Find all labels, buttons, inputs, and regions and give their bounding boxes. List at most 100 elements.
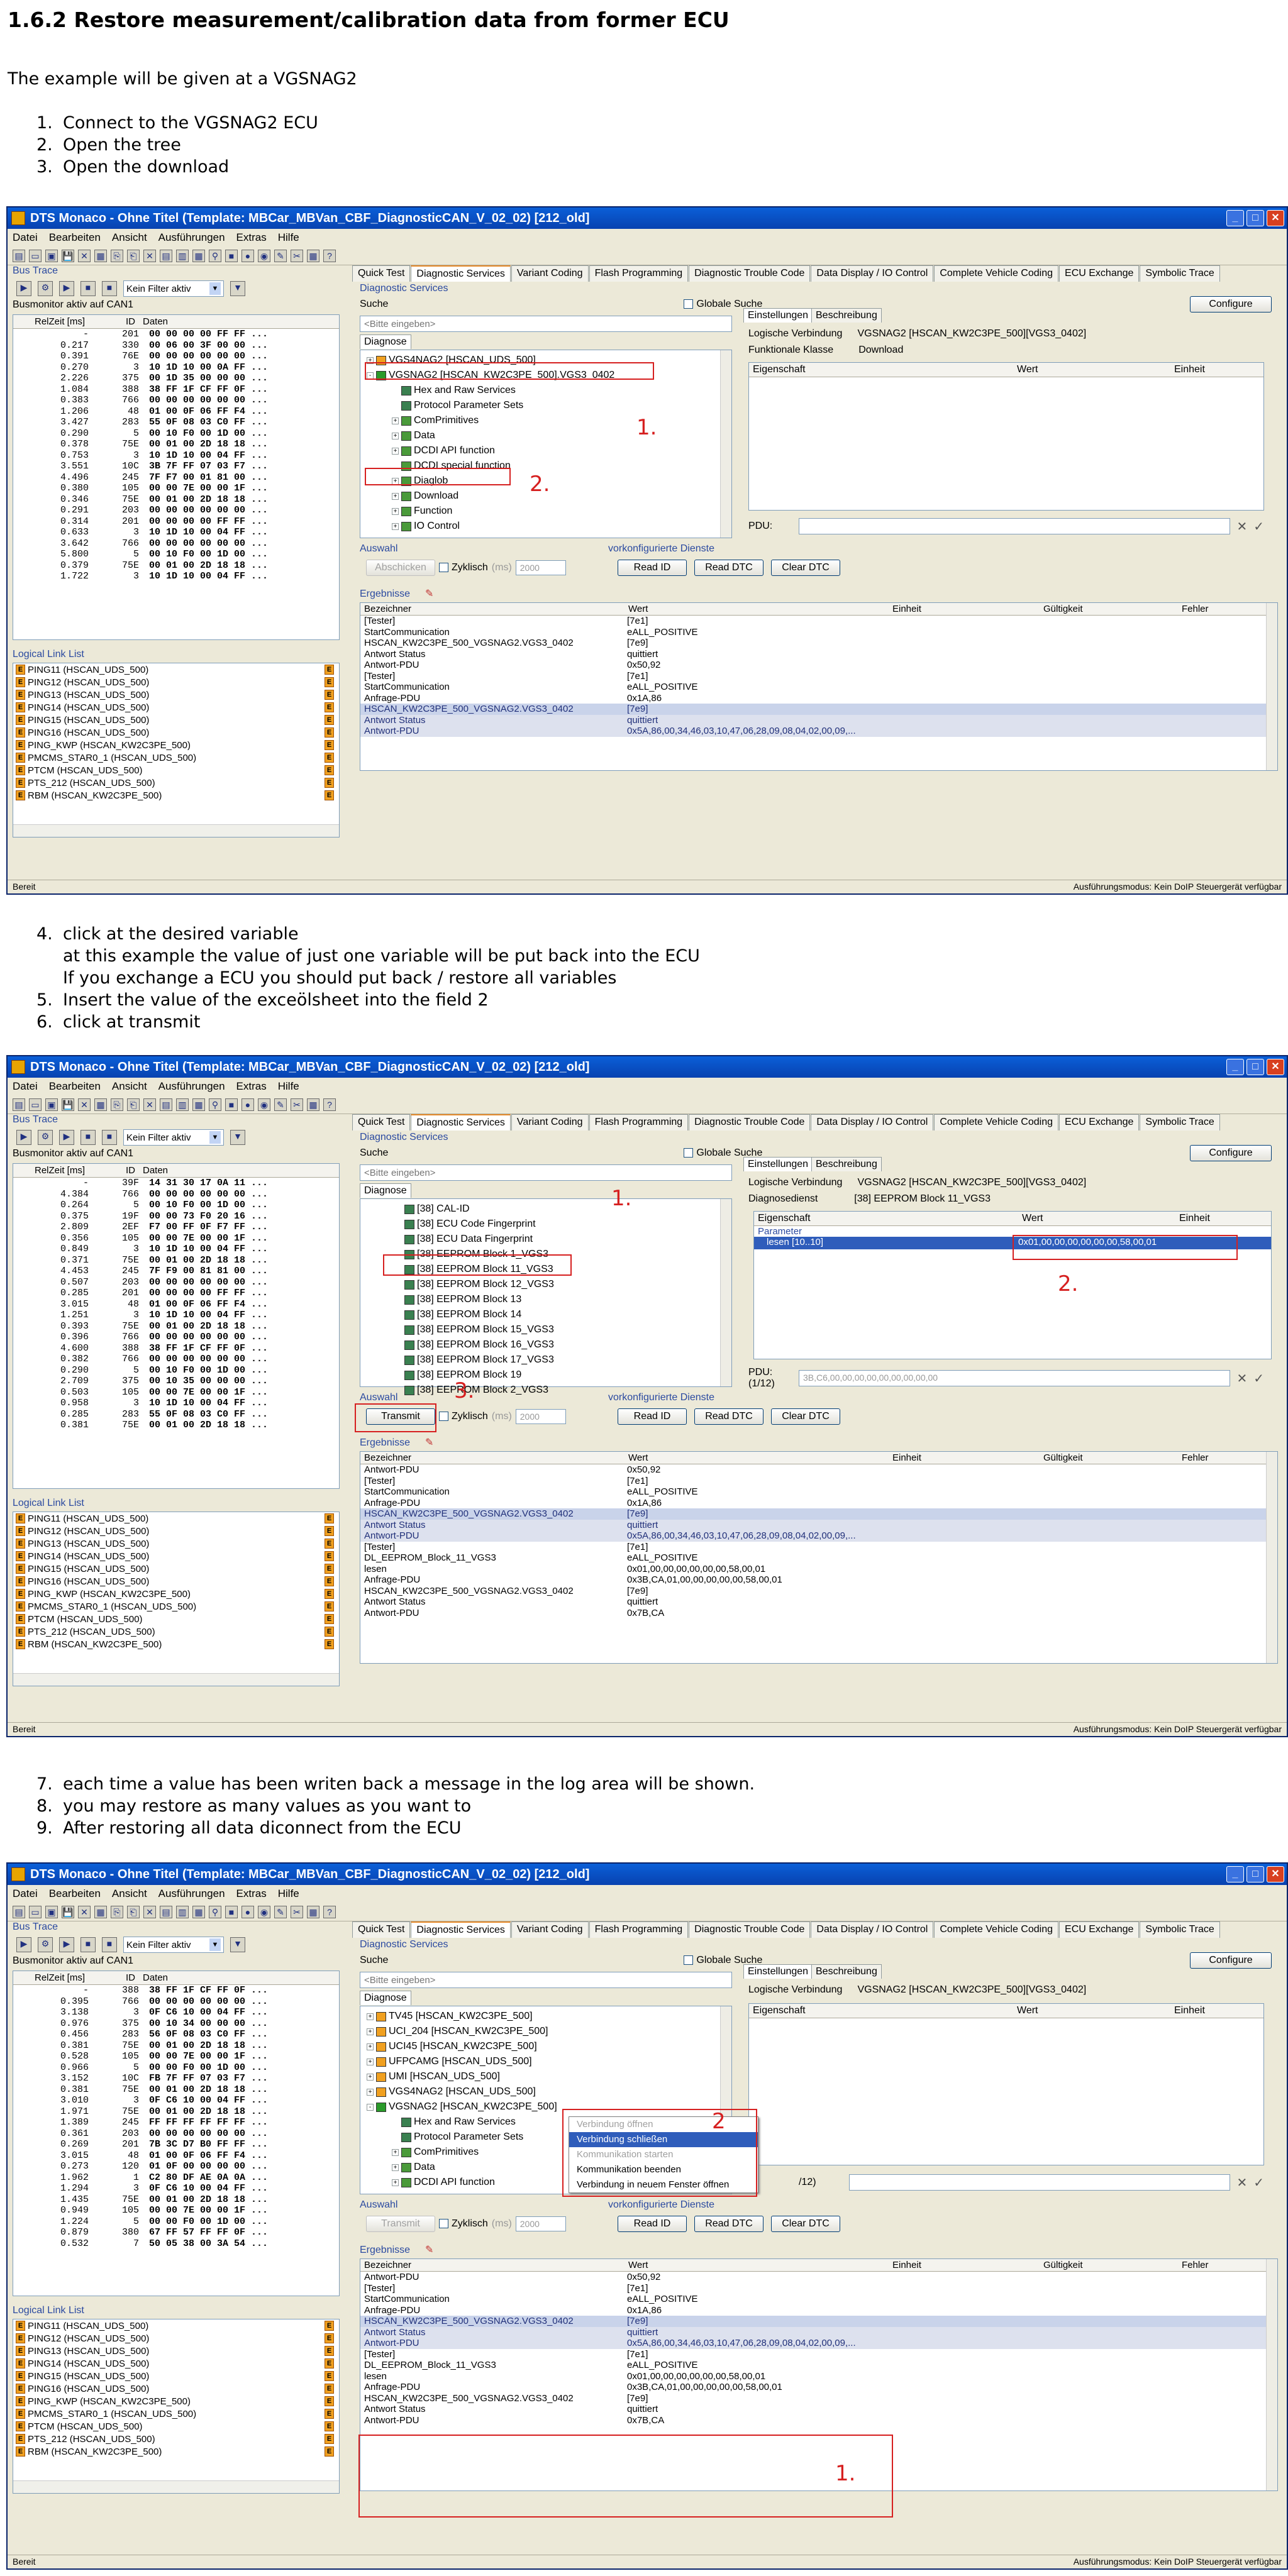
export-icon[interactable]: ⎗ xyxy=(127,1905,140,1918)
layout-icon[interactable]: ▤ xyxy=(160,1905,172,1918)
stop-icon[interactable]: ■ xyxy=(102,1937,117,1952)
menu-item[interactable]: Hilfe xyxy=(278,231,299,244)
link-item[interactable]: E PMCMS_STAR0_1 (HSCAN_UDS_500) E xyxy=(13,751,339,764)
tab-diagnose[interactable]: Diagnose xyxy=(360,1991,411,2005)
export-icon[interactable]: ⎗ xyxy=(127,249,140,262)
tab-symbolic-trace[interactable]: Symbolic Trace xyxy=(1140,1921,1220,1938)
read-dtc-button[interactable]: Read DTC xyxy=(694,560,763,576)
tree-node[interactable]: + IO Control xyxy=(367,519,719,534)
close-button[interactable]: ✕ xyxy=(1267,210,1284,226)
read-dtc-button[interactable]: Read DTC xyxy=(694,1408,763,1425)
target-icon[interactable]: ◉ xyxy=(258,249,270,262)
open-template-icon[interactable]: ▣ xyxy=(45,1905,58,1918)
menu-item[interactable]: Datei xyxy=(13,1080,38,1093)
expand-toggle-icon[interactable]: + xyxy=(392,522,399,530)
filter-select[interactable]: Kein Filter aktiv ▼ xyxy=(123,1129,224,1146)
tree-node[interactable]: [38] ECU Code Fingerprint xyxy=(367,1217,719,1232)
prop-col-header[interactable]: Einheit xyxy=(1175,1212,1263,1225)
tab-diagnose[interactable]: Diagnose xyxy=(360,334,411,349)
pause-icon[interactable]: ■ xyxy=(80,1130,96,1145)
confirm-pdu-icon[interactable]: ✓ xyxy=(1253,519,1264,534)
result-col-header[interactable]: Einheit xyxy=(889,603,1040,615)
tab-data-display-io-control[interactable]: Data Display / IO Control xyxy=(811,1921,934,1938)
maximize-button[interactable]: □ xyxy=(1246,210,1264,226)
menu-item[interactable]: Ausführungen xyxy=(158,231,225,244)
table-icon[interactable]: ▦ xyxy=(307,1098,319,1111)
zoom-icon[interactable]: ⚲ xyxy=(209,249,221,262)
close-button[interactable]: ✕ xyxy=(1267,1059,1284,1075)
pause-icon[interactable]: ■ xyxy=(80,1937,96,1952)
cyclic-checkbox[interactable] xyxy=(439,2219,448,2229)
link-item[interactable]: E PING15 (HSCAN_UDS_500) E xyxy=(13,1562,339,1575)
menu-item[interactable]: Ansicht xyxy=(112,1080,147,1093)
search-input[interactable] xyxy=(360,316,732,332)
cyclic-option[interactable]: Zyklisch xyxy=(439,562,488,573)
record-icon[interactable]: ● xyxy=(242,1098,254,1111)
eraser-icon[interactable]: ✎ xyxy=(425,1437,433,1448)
tab-variant-coding[interactable]: Variant Coding xyxy=(511,1114,589,1130)
pdu-input[interactable] xyxy=(849,2174,1231,2191)
clear-dtc-button[interactable]: Clear DTC xyxy=(771,2216,840,2232)
confirm-pdu-icon[interactable]: ✓ xyxy=(1253,1371,1264,1386)
result-col-header[interactable]: Bezeichner xyxy=(360,2259,625,2271)
link-item[interactable]: E RBM (HSCAN_KW2C3PE_500) E xyxy=(13,789,339,802)
cyclic-option[interactable]: Zyklisch xyxy=(439,1411,488,1422)
cycle-time-input[interactable]: 2000 xyxy=(515,1409,566,1424)
horizontal-scrollbar[interactable] xyxy=(13,1673,339,1686)
open-icon[interactable]: ▭ xyxy=(29,249,42,262)
menu-item[interactable]: Bearbeiten xyxy=(49,1888,101,1900)
tree-node[interactable]: [38] EEPROM Block 14 xyxy=(367,1307,719,1322)
prop-col-header[interactable]: Eigenschaft xyxy=(749,2004,1013,2018)
filter-select[interactable]: Kein Filter aktiv ▼ xyxy=(123,1937,224,1953)
link-item[interactable]: E PING14 (HSCAN_UDS_500) E xyxy=(13,2357,339,2370)
edit-icon[interactable]: ✎ xyxy=(274,249,287,262)
cyclic-option[interactable]: Zyklisch xyxy=(439,2218,488,2230)
tree-node[interactable]: + UFPCAMG [HSCAN_UDS_500] xyxy=(367,2054,719,2069)
result-col-header[interactable]: Gültigkeit xyxy=(1040,603,1178,615)
bus-col-header[interactable]: Daten xyxy=(139,315,265,328)
record-icon[interactable]: ● xyxy=(242,1905,254,1918)
start-icon[interactable]: ▶ xyxy=(16,1937,31,1952)
grid-icon[interactable]: ▦ xyxy=(192,1905,205,1918)
layout-icon[interactable]: ▤ xyxy=(160,249,172,262)
link-item[interactable]: E PING15 (HSCAN_UDS_500) E xyxy=(13,2370,339,2382)
tree-scrollbar[interactable] xyxy=(720,1199,731,1386)
bus-col-header[interactable]: ID xyxy=(89,1164,139,1177)
zoom-icon[interactable]: ⚲ xyxy=(209,1098,221,1111)
tree-node[interactable]: + Data xyxy=(367,428,719,443)
link-item[interactable]: E PING13 (HSCAN_UDS_500) E xyxy=(13,1537,339,1550)
save-icon[interactable]: 💾 xyxy=(62,1098,74,1111)
result-col-header[interactable]: Gültigkeit xyxy=(1040,1452,1178,1464)
scissors-icon[interactable]: ✂ xyxy=(291,1905,303,1918)
link-item[interactable]: E PING12 (HSCAN_UDS_500) E xyxy=(13,1525,339,1537)
tab-data-display-io-control[interactable]: Data Display / IO Control xyxy=(811,265,934,282)
global-search-checkbox[interactable] xyxy=(684,1955,694,1965)
new-icon[interactable]: ▤ xyxy=(13,249,25,262)
grid-icon[interactable]: ▦ xyxy=(192,1098,205,1111)
tree-node[interactable]: [38] EEPROM Block 12_VGS3 xyxy=(367,1277,719,1292)
copy-icon[interactable]: ▦ xyxy=(94,1098,107,1111)
tab-beschreibung[interactable]: Beschreibung xyxy=(811,1157,882,1171)
tree-node[interactable]: [38] EEPROM Block 15_VGS3 xyxy=(367,1322,719,1337)
clear-dtc-button[interactable]: Clear DTC xyxy=(771,1408,840,1425)
tab-diagnostic-trouble-code[interactable]: Diagnostic Trouble Code xyxy=(689,1114,811,1130)
zoom-icon[interactable]: ⚲ xyxy=(209,1905,221,1918)
eraser-icon[interactable]: ✎ xyxy=(425,589,433,599)
read-id-button[interactable]: Read ID xyxy=(618,560,687,576)
prop-col-header[interactable]: Einheit xyxy=(1170,363,1258,377)
expand-toggle-icon[interactable]: + xyxy=(392,447,399,455)
tree-node[interactable]: [38] EEPROM Block 17_VGS3 xyxy=(367,1352,719,1368)
result-col-header[interactable]: Wert xyxy=(625,2259,889,2271)
tree-node[interactable]: [38] EEPROM Block 16_VGS3 xyxy=(367,1337,719,1352)
tree-node[interactable]: [38] CAL-ID xyxy=(367,1202,719,1217)
tab-einstellungen[interactable]: Einstellungen xyxy=(743,308,813,323)
close-button[interactable]: ✕ xyxy=(1267,1866,1284,1882)
link-item[interactable]: E PING16 (HSCAN_UDS_500) E xyxy=(13,2382,339,2395)
bus-col-header[interactable]: Daten xyxy=(139,1164,265,1177)
menu-item[interactable]: Hilfe xyxy=(278,1080,299,1093)
link-item[interactable]: E PING11 (HSCAN_UDS_500) E xyxy=(13,2319,339,2332)
expand-toggle-icon[interactable]: + xyxy=(367,2028,374,2035)
read-dtc-button[interactable]: Read DTC xyxy=(694,2216,763,2232)
target-icon[interactable]: ◉ xyxy=(258,1098,270,1111)
cyclic-checkbox[interactable] xyxy=(439,563,448,573)
